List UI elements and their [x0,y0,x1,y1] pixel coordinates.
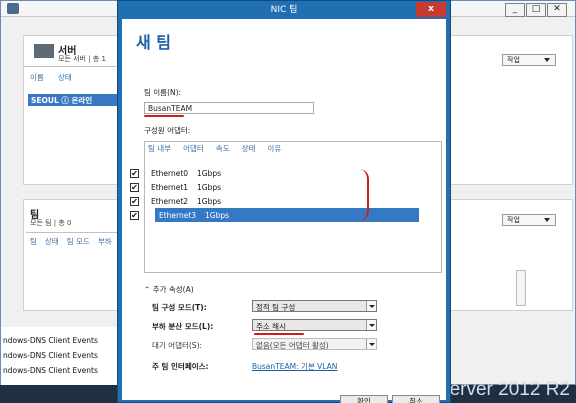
chevron-down-icon [544,218,550,222]
nic-team-dialog: NIC 팀 x 새 팀 팀 이름(N): BusanTEAM 구성원 어댑터: … [117,0,451,403]
col-in-team[interactable]: 팀 내부 [148,142,171,156]
col-speed[interactable]: 속도 [216,142,230,156]
event-item[interactable]: ndows-DNS Client Events [1,333,119,348]
adapter-checkbox[interactable]: ✔ [130,196,139,206]
adapter-row-selected-label[interactable]: Ethernet3 1Gbps [155,208,419,222]
teams-work-button[interactable]: 작업 [502,214,556,226]
adapter-row-selected[interactable]: ✔ [130,208,151,222]
cancel-button[interactable]: 취소 [392,395,440,403]
additional-properties-toggle[interactable]: ⌃ 추가 속성(A) [144,284,194,295]
team-name-label: 팀 이름(N): [144,88,182,97]
col-name[interactable]: 이름 [30,72,44,83]
member-adapters-label: 구성원 어댑터: [144,126,191,135]
col-team-mode[interactable]: 팀 모드 [67,236,90,247]
adapter-checkbox[interactable]: ✔ [130,168,139,178]
col-adapter[interactable]: 어댑터 [183,142,204,156]
ok-button[interactable]: 확인 [340,395,388,403]
close-button[interactable]: ✕ [547,3,567,17]
dialog-body: 새 팀 팀 이름(N): BusanTEAM 구성원 어댑터: 팀 내부 어댑터… [122,19,446,403]
chevron-down-icon [544,58,550,62]
adapter-row[interactable]: ✔ Ethernet0 1Gbps [130,166,221,180]
col-reason[interactable]: 이유 [267,142,281,156]
annotation-bracket [357,169,369,221]
adapter-checkbox[interactable]: ✔ [130,210,139,220]
dialog-title: NIC 팀 [270,5,298,15]
servers-count: 모든 서버 | 총 1 [58,55,106,63]
server-icon [34,44,54,58]
teams-count: 모든 팀 | 총 0 [30,219,72,227]
maximize-button[interactable]: □ [526,3,546,17]
adapter-list-header: 팀 내부 어댑터 속도 상태 이유 [145,142,441,156]
col-team-status[interactable]: 상태 [45,236,59,247]
chevron-down-icon [366,339,376,349]
standby-adapter-select[interactable]: 없음(모든 어댑터 활성) [252,338,377,350]
app-icon [7,3,19,14]
servers-work-button[interactable]: 작업 [502,54,556,66]
adapter-row[interactable]: ✔ Ethernet1 1Gbps [130,180,221,194]
standby-adapter-label: 대기 어댑터(S): [152,341,203,350]
primary-interface-link[interactable]: BusanTEAM: 기본 VLAN [252,361,337,372]
scrollbar[interactable] [516,270,526,306]
team-mode-label: 팀 구성 모드(T): [152,303,207,312]
desktop: _ □ ✕ 서버 모든 서버 | 총 1 이름 상태 SEOUL ⓘ 온라인 작… [0,0,576,403]
col-state[interactable]: 상태 [242,142,256,156]
server-row-seoul[interactable]: SEOUL ⓘ 온라인 [28,94,120,106]
event-item[interactable]: ndows-DNS Client Events [1,348,119,363]
col-team[interactable]: 팀 [30,236,37,247]
primary-interface-label: 주 팀 인터페이스: [152,362,209,371]
annotation-underline [144,115,184,117]
col-load[interactable]: 부하 [98,236,112,247]
minimize-button[interactable]: _ [505,3,525,17]
adapter-row[interactable]: ✔ Ethernet2 1Gbps [130,194,221,208]
load-balancing-label: 부하 분산 모드(L): [152,322,214,331]
chevron-up-icon: ⌃ [144,285,151,294]
load-balancing-select[interactable]: 주소 해시 [252,319,377,331]
chevron-down-icon [366,301,376,311]
team-mode-select[interactable]: 정적 팀 구성 [252,300,377,312]
dialog-close-button[interactable]: x [416,2,446,17]
page-title: 새 팀 [136,33,172,52]
event-item[interactable]: ndows-DNS Client Events [1,363,119,378]
event-list: ndows-DNS Client Events ndows-DNS Client… [1,333,119,378]
col-status[interactable]: 상태 [58,72,72,83]
team-name-field[interactable]: BusanTEAM [144,102,314,114]
annotation-underline [254,333,304,335]
chevron-down-icon [366,320,376,330]
adapter-checkbox[interactable]: ✔ [130,182,139,192]
os-logo: erver 2012 R2 [449,379,570,400]
